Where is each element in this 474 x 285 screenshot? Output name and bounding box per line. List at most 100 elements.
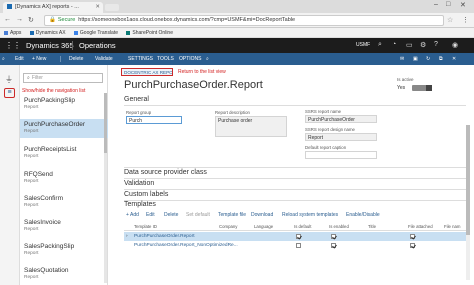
report-group-field[interactable]: Purch [126, 116, 182, 124]
set-default-button[interactable]: Set default [186, 212, 210, 218]
help-icon[interactable]: ? [434, 41, 438, 48]
breadcrumb-button[interactable]: DOCENTRIC AX REPORTS [121, 68, 173, 76]
list-item[interactable]: SalesQuotation Report [20, 265, 108, 284]
col-company[interactable]: Company [219, 224, 237, 229]
attach-icon[interactable]: ✉ [400, 56, 404, 62]
validate-button[interactable]: Validate [95, 56, 113, 62]
edit-template-button[interactable]: Edit [146, 212, 155, 218]
app-launcher-icon[interactable]: ⋮⋮ [5, 41, 21, 50]
list-item[interactable]: PurchPackingSlip Report [20, 95, 108, 114]
filter-icon[interactable]: ⏚ [5, 74, 13, 85]
filter-input[interactable]: ⌕ Filter [23, 73, 103, 83]
navlist-scrollbar[interactable] [104, 93, 107, 283]
template-id-cell[interactable]: PurchPurchaseOrder.Report [134, 234, 195, 239]
is-default-checkbox[interactable] [296, 243, 301, 248]
list-item[interactable]: PurchReceiptsList Report [20, 144, 108, 163]
options-tab[interactable]: OPTIONS [179, 56, 202, 62]
action-pane-search-icon[interactable]: ⌕ [206, 56, 209, 62]
popout-icon[interactable]: ⧉ [439, 56, 443, 62]
download-button[interactable]: Download [251, 212, 273, 218]
close-page-icon[interactable]: ✕ [452, 56, 456, 62]
list-item-type: Report [24, 129, 39, 134]
brand-title[interactable]: Dynamics 365 [26, 41, 74, 50]
section-data-source[interactable]: Data source provider class [124, 169, 207, 176]
list-item[interactable]: SalesPackingSlip Report [20, 241, 108, 260]
office-icon[interactable]: ▣ [413, 56, 418, 62]
annotation-return: Return to the list view [178, 69, 226, 75]
delete-button[interactable]: Delete [69, 56, 83, 62]
col-title[interactable]: Title [368, 224, 376, 229]
col-is-enabled[interactable]: Is enabled [329, 224, 349, 229]
file-attached-checkbox[interactable] [410, 243, 415, 248]
default-caption-field[interactable] [305, 151, 377, 159]
notification-icon[interactable]: ◔ [392, 41, 396, 48]
company-picker[interactable]: USMF [356, 42, 370, 48]
show-hide-list-icon[interactable]: ≡ [4, 88, 15, 98]
scrollbar-thumb[interactable] [104, 93, 107, 153]
bookmark-sharepoint[interactable]: SharePoint Online [126, 28, 173, 38]
bookmark-star-icon[interactable]: ☆ [447, 16, 453, 24]
table-row[interactable]: PurchPurchaseOrder.Report_NonOptimizedRe… [124, 241, 466, 250]
template-file-menu[interactable]: Template file [218, 212, 246, 218]
bookmark-label: SharePoint Online [132, 30, 173, 36]
table-row[interactable]: › PurchPurchaseOrder.Report [124, 232, 466, 241]
section-custom-labels[interactable]: Custom labels [124, 191, 168, 198]
list-item-selected[interactable]: PurchPurchaseOrder Report [20, 119, 108, 138]
action-search-icon[interactable]: ⌕ [2, 56, 5, 62]
maximize-icon[interactable]: □ [446, 1, 450, 8]
is-enabled-checkbox[interactable] [331, 243, 336, 248]
col-language[interactable]: Language [254, 224, 273, 229]
browser-tab[interactable]: [Dynamics AX] reports - ... ✕ [3, 2, 103, 13]
module-title: Operations [79, 41, 116, 50]
delete-template-button[interactable]: Delete [164, 212, 178, 218]
col-file-name[interactable]: File nam [444, 224, 460, 229]
forward-icon[interactable]: → [16, 16, 23, 23]
minimize-icon[interactable]: – [434, 1, 438, 8]
section-divider [124, 200, 466, 201]
new-tab-button[interactable] [105, 4, 119, 11]
list-item[interactable]: SalesConfirm Report [20, 193, 108, 212]
new-button[interactable]: + New [32, 56, 46, 62]
is-active-toggle[interactable] [412, 85, 432, 91]
tools-tab[interactable]: TOOLS [157, 56, 174, 62]
ssrs-report-name-field[interactable]: PurchPurchaseOrder [305, 115, 377, 123]
close-tab-icon[interactable]: ✕ [95, 4, 100, 10]
url-field[interactable]: 🔒 Secure https://someonebox1aos.cloud.oneb… [44, 15, 444, 26]
comment-icon[interactable]: ▭ [406, 41, 413, 49]
col-is-default[interactable]: Is default [294, 224, 311, 229]
settings-icon[interactable]: ⚙ [420, 41, 426, 49]
dynamics-icon [29, 30, 34, 35]
browser-menu-icon[interactable]: ⋮ [462, 16, 469, 24]
is-enabled-checkbox[interactable] [331, 234, 336, 239]
close-window-icon[interactable]: ✕ [460, 1, 466, 9]
list-item[interactable]: SalesInvoice Report [20, 217, 108, 236]
is-default-checkbox[interactable] [296, 234, 301, 239]
reload-system-templates-button[interactable]: Reload system templates [282, 212, 338, 218]
col-file-attached[interactable]: File attached [408, 224, 433, 229]
section-general[interactable]: General [124, 96, 149, 103]
col-template-id[interactable]: Template ID [134, 224, 157, 229]
bookmark-dynamics[interactable]: Dynamics AX [29, 28, 66, 38]
bookmark-translate[interactable]: Google Translate [73, 28, 118, 38]
list-item-type: Report [24, 275, 39, 280]
template-id-cell[interactable]: PurchPurchaseOrder.Report_NonOptimizedRe… [134, 243, 238, 248]
scrollbar-thumb[interactable] [466, 125, 470, 235]
settings-tab[interactable]: SETTINGS [128, 56, 153, 62]
user-avatar-icon[interactable]: ◉ [452, 41, 458, 49]
ssrs-design-name-field[interactable]: Report [305, 133, 377, 141]
reload-icon[interactable]: ↻ [28, 16, 34, 24]
back-icon[interactable]: ← [4, 16, 11, 23]
report-description-field[interactable]: Purchase order [215, 116, 287, 137]
secure-label: Secure [57, 17, 76, 23]
add-template-button[interactable]: + Add [126, 212, 139, 218]
search-icon[interactable]: ⌕ [378, 41, 382, 49]
edit-button[interactable]: Edit [15, 56, 24, 62]
section-templates[interactable]: Templates [124, 201, 156, 208]
file-attached-checkbox[interactable] [410, 234, 415, 239]
main-scrollbar[interactable] [466, 125, 470, 280]
enable-disable-menu[interactable]: Enable/Disable [346, 212, 380, 218]
section-validation[interactable]: Validation [124, 180, 154, 187]
list-item[interactable]: RFQSend Report [20, 169, 108, 188]
refresh-icon[interactable]: ↻ [426, 56, 430, 62]
bookmark-apps[interactable]: Apps [4, 28, 21, 38]
